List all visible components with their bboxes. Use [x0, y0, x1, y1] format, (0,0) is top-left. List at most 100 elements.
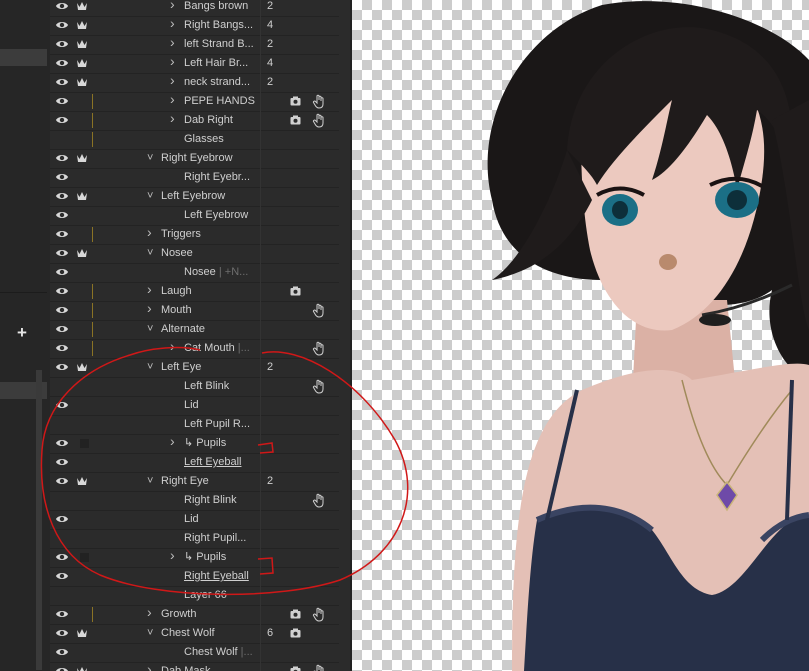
layer-name[interactable]: neck strand...	[184, 76, 250, 89]
layer-name[interactable]: Dab Mask	[161, 665, 211, 671]
crown-icon[interactable]	[76, 247, 88, 259]
layer-row[interactable]: › Laugh	[50, 282, 339, 302]
hand-icon[interactable]	[312, 303, 326, 318]
crown-icon[interactable]	[76, 57, 88, 69]
layer-name[interactable]: Left Blink	[184, 380, 229, 393]
eye-icon[interactable]	[55, 551, 69, 563]
camera-icon[interactable]	[290, 115, 301, 125]
layer-row[interactable]: Layer 66	[50, 586, 339, 606]
crown-icon[interactable]	[76, 0, 88, 12]
layer-row[interactable]: Left Eyeball	[50, 453, 339, 473]
eye-icon[interactable]	[55, 57, 69, 69]
layer-name[interactable]: Left Hair Br...	[184, 57, 248, 70]
layer-row[interactable]: › neck strand... 2	[50, 73, 339, 93]
camera-icon[interactable]	[290, 628, 301, 638]
eye-icon[interactable]	[55, 399, 69, 411]
eye-icon[interactable]	[55, 95, 69, 107]
layer-name[interactable]: Right Eyebr...	[184, 171, 250, 184]
chevron-right-icon[interactable]: ›	[170, 0, 178, 11]
layer-row[interactable]: Left Pupil R...	[50, 415, 339, 435]
layer-name[interactable]: PEPE HANDS	[184, 95, 255, 108]
layer-row[interactable]: Left Eyebrow	[50, 206, 339, 226]
visibility-toggle[interactable]	[55, 418, 69, 430]
layer-row[interactable]: › ↳ Pupils	[50, 548, 339, 568]
add-button[interactable]: +	[14, 324, 30, 341]
layer-row[interactable]: › PEPE HANDS	[50, 92, 339, 112]
crown-icon[interactable]	[76, 38, 88, 50]
camera-icon[interactable]	[290, 286, 301, 296]
layer-name[interactable]: Right Eyebrow	[161, 152, 233, 165]
layer-name[interactable]: Nosee | +N...	[184, 266, 248, 279]
layer-name[interactable]: Right Bangs...	[184, 19, 253, 32]
chevron-right-icon[interactable]: ›	[170, 16, 178, 30]
visibility-toggle[interactable]	[55, 589, 69, 601]
layer-row[interactable]: › Growth	[50, 605, 339, 625]
hand-icon[interactable]	[312, 664, 326, 671]
layer-name[interactable]: Left Eyebrow	[184, 209, 248, 222]
layer-name[interactable]: Lid	[184, 399, 199, 412]
layer-row[interactable]: Right Eyeball	[50, 567, 339, 587]
layer-name[interactable]: Right Pupil...	[184, 532, 246, 545]
eye-icon[interactable]	[55, 171, 69, 183]
eye-icon[interactable]	[55, 228, 69, 240]
eye-icon[interactable]	[55, 323, 69, 335]
layer-row[interactable]: Glasses	[50, 130, 339, 150]
layer-row[interactable]: › Triggers	[50, 225, 339, 245]
crown-icon[interactable]	[76, 190, 88, 202]
layer-name[interactable]: Left Eyeball	[184, 456, 241, 469]
layer-name[interactable]: Triggers	[161, 228, 201, 241]
layer-row[interactable]: Lid	[50, 396, 339, 416]
eye-icon[interactable]	[55, 342, 69, 354]
chevron-right-icon[interactable]: ›	[170, 548, 178, 562]
layer-row[interactable]: Chest Wolf |...	[50, 643, 339, 663]
layer-row[interactable]: › Right Bangs... 4	[50, 16, 339, 36]
layer-row[interactable]: Left Blink	[50, 377, 339, 397]
camera-icon[interactable]	[290, 609, 301, 619]
hand-icon[interactable]	[312, 94, 326, 109]
chevron-right-icon[interactable]: ›	[170, 35, 178, 49]
visibility-toggle[interactable]	[55, 133, 69, 145]
layer-name[interactable]: ↳ Pupils	[184, 437, 226, 450]
crown-icon[interactable]	[76, 19, 88, 31]
layer-name[interactable]: Right Eyeball	[184, 570, 249, 583]
eye-icon[interactable]	[55, 304, 69, 316]
eye-icon[interactable]	[55, 456, 69, 468]
layer-name[interactable]: Right Eye	[161, 475, 209, 488]
chevron-right-icon[interactable]: ›	[170, 92, 178, 106]
layer-name[interactable]: Chest Wolf	[161, 627, 215, 640]
layer-row[interactable]: ˅ Right Eye 2	[50, 472, 339, 492]
layer-row[interactable]: › ↳ Pupils	[50, 434, 339, 454]
crown-icon[interactable]	[76, 665, 88, 671]
crown-icon[interactable]	[76, 361, 88, 373]
layer-row[interactable]: ˅ Left Eye 2	[50, 358, 339, 378]
eye-icon[interactable]	[55, 76, 69, 88]
layer-row[interactable]: ˅ Nosee	[50, 244, 339, 264]
eye-icon[interactable]	[55, 570, 69, 582]
chevron-right-icon[interactable]: ›	[147, 282, 155, 296]
layer-name[interactable]: Left Pupil R...	[184, 418, 250, 431]
layer-row[interactable]: ˅ Alternate	[50, 320, 339, 340]
crown-icon[interactable]	[76, 152, 88, 164]
eye-icon[interactable]	[55, 0, 69, 12]
eye-icon[interactable]	[55, 19, 69, 31]
eye-icon[interactable]	[55, 361, 69, 373]
crown-icon[interactable]	[76, 627, 88, 639]
eye-icon[interactable]	[55, 608, 69, 620]
layer-name[interactable]: Left Eyebrow	[161, 190, 225, 203]
layer-name[interactable]: Nosee	[161, 247, 193, 260]
layer-name[interactable]: Cat Mouth |...	[184, 342, 250, 355]
chevron-down-icon[interactable]: ˅	[147, 627, 155, 639]
layer-row[interactable]: › Bangs brown 2	[50, 0, 339, 17]
crown-icon[interactable]	[76, 76, 88, 88]
left-panel-scrollbar[interactable]	[36, 370, 42, 670]
layer-name[interactable]: Glasses	[184, 133, 224, 146]
eye-icon[interactable]	[55, 513, 69, 525]
eye-icon[interactable]	[55, 646, 69, 658]
layer-name[interactable]: Laugh	[161, 285, 192, 298]
hand-icon[interactable]	[312, 379, 326, 394]
chevron-right-icon[interactable]: ›	[170, 73, 178, 87]
layer-row[interactable]: Right Pupil...	[50, 529, 339, 549]
chevron-right-icon[interactable]: ›	[147, 301, 155, 315]
layer-row[interactable]: Nosee | +N...	[50, 263, 339, 283]
chevron-down-icon[interactable]: ˅	[147, 323, 155, 335]
